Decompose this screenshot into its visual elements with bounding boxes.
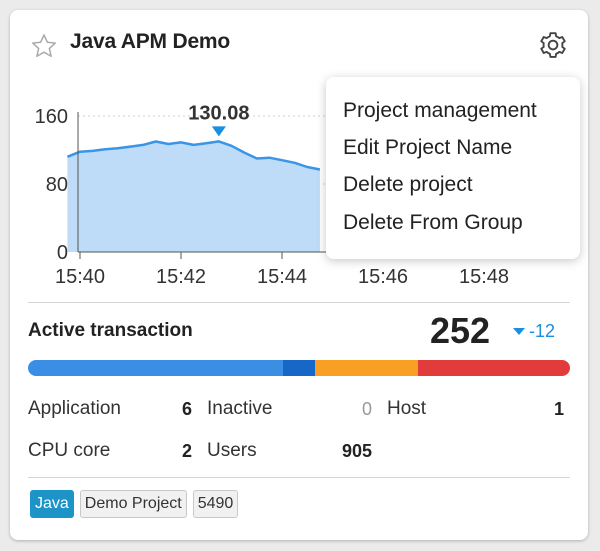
peak-value-label: 130.08 — [188, 102, 249, 124]
active-transaction-label: Active transaction — [28, 320, 193, 341]
host-value: 1 — [553, 399, 564, 419]
y-tick-label: 80 — [46, 174, 68, 196]
triangle-down-icon — [513, 328, 525, 335]
y-tick-label: 160 — [35, 106, 68, 128]
menu-item-delete-project[interactable]: Delete project — [343, 173, 473, 197]
menu-item-delete-from-group[interactable]: Delete From Group — [343, 211, 523, 235]
users-value: 905 — [341, 441, 372, 461]
menu-item-edit-project-name[interactable]: Edit Project Name — [343, 136, 512, 160]
gear-icon[interactable] — [538, 30, 568, 60]
divider — [28, 302, 570, 303]
active-transaction-bar — [28, 360, 570, 376]
inactive-label: Inactive — [207, 398, 273, 419]
x-tick-label: 15:40 — [55, 266, 105, 288]
inactive-value: 0 — [361, 399, 372, 419]
peak-marker-icon — [211, 126, 226, 137]
users-label: Users — [207, 440, 257, 461]
host-label: Host — [387, 398, 427, 419]
settings-dropdown-menu: Project management Edit Project Name Del… — [326, 77, 580, 259]
bar-segment-slow — [282, 360, 316, 376]
active-transaction-count: 252 — [430, 310, 491, 351]
star-icon[interactable] — [30, 32, 58, 60]
delta-value: -12 — [529, 321, 556, 341]
project-title: Java APM Demo — [70, 30, 231, 53]
x-tick-label: 15:48 — [459, 266, 509, 288]
menu-item-project-management[interactable]: Project management — [343, 99, 537, 123]
application-value: 6 — [181, 399, 192, 419]
bar-segment-normal — [28, 360, 283, 376]
cpu-core-label: CPU core — [28, 440, 111, 461]
divider — [28, 477, 570, 478]
bar-segment-very-slow — [315, 360, 419, 376]
tag-java[interactable]: Java — [30, 490, 74, 518]
cpu-core-value: 2 — [181, 441, 192, 461]
x-tick-label: 15:44 — [257, 266, 307, 288]
project-card[interactable]: Java APM Demo 160 80 0 15:40 15:42 15:44 15:46… — [10, 10, 588, 540]
x-tick-label: 15:46 — [358, 266, 408, 288]
x-tick-label: 15:42 — [156, 266, 206, 288]
bar-segment-very-very-slow — [418, 360, 570, 376]
active-transaction-delta: -12 — [513, 321, 555, 342]
application-label: Application — [28, 398, 121, 419]
chart-area — [67, 141, 320, 252]
tag-project-id[interactable]: 5490 — [192, 490, 239, 518]
tag-demo-project[interactable]: Demo Project — [79, 490, 187, 518]
tag-list: Java Demo Project 5490 — [30, 490, 239, 518]
y-tick-label: 0 — [57, 242, 68, 264]
